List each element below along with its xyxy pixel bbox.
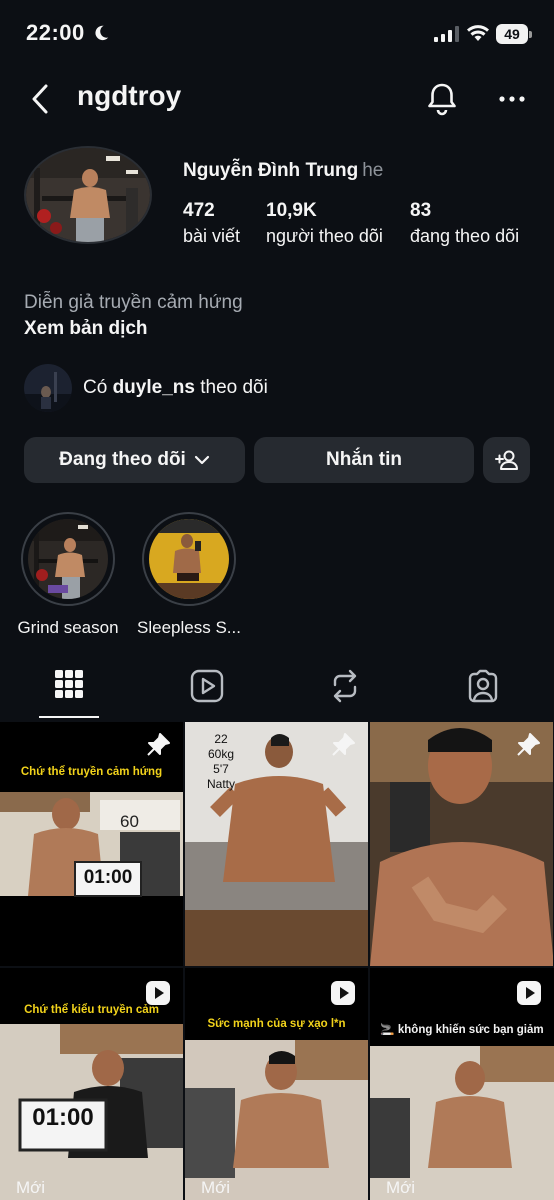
message-label: Nhắn tin xyxy=(326,449,402,470)
wifi-icon xyxy=(467,25,489,41)
status-time: 22:00 xyxy=(26,20,85,45)
chevron-down-icon xyxy=(194,455,209,465)
post-caption: 🚬 không khiến sức bạn giảm xyxy=(380,1024,544,1036)
more-options-icon[interactable] xyxy=(494,84,530,114)
grid-post[interactable]: Sức mạnh của sự xạo l*n xyxy=(185,968,368,1200)
signal-icon xyxy=(434,26,459,42)
post-caption: Sức mạnh của sự xạo l*n xyxy=(207,1018,346,1030)
timer-text: 01:00 xyxy=(83,867,133,888)
post-thumbnail xyxy=(0,722,183,966)
new-label: Mới xyxy=(16,1178,46,1197)
reposts-icon xyxy=(333,669,357,703)
overlay-line: 22 xyxy=(214,732,228,746)
suggest-users-button[interactable] xyxy=(483,437,530,483)
message-button[interactable]: Nhắn tin xyxy=(254,437,474,483)
following-count: 83 xyxy=(410,200,432,221)
posts-grid: Chứ thể truyền cảm hứng 60 01:00 22 60kg… xyxy=(0,722,554,1200)
post-thumbnail xyxy=(370,722,553,966)
bell-icon[interactable] xyxy=(424,80,460,118)
overlay-line: 60kg xyxy=(207,747,235,761)
mutual-username: duyle_ns xyxy=(112,377,195,398)
battery-indicator: 49 xyxy=(496,24,532,44)
grid-post[interactable]: Chứ thể truyền cảm hứng 60 01:00 xyxy=(0,722,183,966)
posts-stat[interactable]: 472 bài viết xyxy=(183,200,240,247)
highlight-grind-season[interactable]: Grind season xyxy=(13,512,123,638)
mutual-text: Có duyle_ns theo dõi xyxy=(83,377,268,399)
mutual-prefix: Có xyxy=(83,377,108,398)
followers-stat[interactable]: 10,9K người theo dõi xyxy=(266,200,383,247)
bio-category: Diễn giả truyền cảm hứng xyxy=(24,292,243,313)
grid-icon xyxy=(55,670,83,698)
new-label: Mới xyxy=(386,1178,416,1197)
posts-label: bài viết xyxy=(183,226,241,246)
reels-icon xyxy=(190,669,224,703)
mutual-avatar xyxy=(24,364,72,412)
tab-reposts[interactable] xyxy=(276,660,414,720)
pin-icon xyxy=(517,733,540,756)
following-label: Đang theo dõi xyxy=(59,449,186,470)
following-button[interactable]: Đang theo dõi xyxy=(24,437,245,483)
highlight-label: Sleepless S... xyxy=(137,618,241,637)
reels-icon xyxy=(517,981,541,1005)
grid-post[interactable]: Chứ thể kiểu truyền cảm 01:00 xyxy=(0,968,183,1200)
reels-icon xyxy=(146,981,170,1005)
grid-post[interactable]: 22 60kg 5'7 Natty xyxy=(185,722,368,966)
avatar-photo xyxy=(26,148,150,242)
page-title: ngdtroy xyxy=(77,80,182,111)
mutual-suffix: theo dõi xyxy=(200,377,268,398)
post-overlay-text: 60 xyxy=(120,812,139,831)
following-stat[interactable]: 83 đang theo dõi xyxy=(410,200,519,247)
posts-count: 472 xyxy=(183,200,215,221)
full-name-text: Nguyễn Đình Trung xyxy=(183,160,359,181)
tab-posts-grid[interactable] xyxy=(0,660,138,720)
pronoun-text: he xyxy=(362,160,384,181)
active-tab-indicator xyxy=(39,716,99,718)
profile-full-name: Nguyễn Đình Trung he xyxy=(183,160,383,182)
add-user-icon xyxy=(494,450,518,470)
moon-icon xyxy=(95,25,109,41)
grid-post[interactable] xyxy=(370,722,553,966)
post-overlay-text: 22 60kg 5'7 Natty xyxy=(199,732,243,792)
new-label: Mới xyxy=(201,1178,231,1197)
post-caption: Chứ thể truyền cảm hứng xyxy=(20,766,163,778)
pin-icon xyxy=(332,733,355,756)
profile-tabs xyxy=(0,660,554,720)
profile-avatar[interactable] xyxy=(24,146,152,244)
overlay-line: 5'7 xyxy=(213,762,229,776)
reels-icon xyxy=(331,981,355,1005)
tagged-icon xyxy=(468,669,498,703)
overlay-line: Natty xyxy=(206,777,235,791)
tab-reels[interactable] xyxy=(138,660,276,720)
mutual-followers[interactable]: Có duyle_ns theo dõi xyxy=(24,364,524,412)
followers-label: người theo dõi xyxy=(266,226,383,246)
grid-post[interactable]: 🚬 không khiến sức bạn giảm xyxy=(370,968,554,1200)
following-label: đang theo dõi xyxy=(410,226,520,246)
timer-text: 01:00 xyxy=(32,1104,94,1131)
highlight-cover xyxy=(28,519,108,599)
highlight-label: Grind season xyxy=(17,618,119,637)
top-nav: ngdtroy xyxy=(0,76,554,122)
status-bar: 22:00 49 xyxy=(0,0,554,70)
highlight-cover xyxy=(149,519,229,599)
back-icon[interactable] xyxy=(26,80,56,118)
highlight-sleepless[interactable]: Sleepless S... xyxy=(134,512,244,638)
tab-tagged[interactable] xyxy=(414,660,552,720)
followers-count: 10,9K xyxy=(266,200,317,221)
pin-icon xyxy=(147,733,170,756)
see-translation-link[interactable]: Xem bản dịch xyxy=(24,318,148,340)
battery-level: 49 xyxy=(496,24,528,44)
